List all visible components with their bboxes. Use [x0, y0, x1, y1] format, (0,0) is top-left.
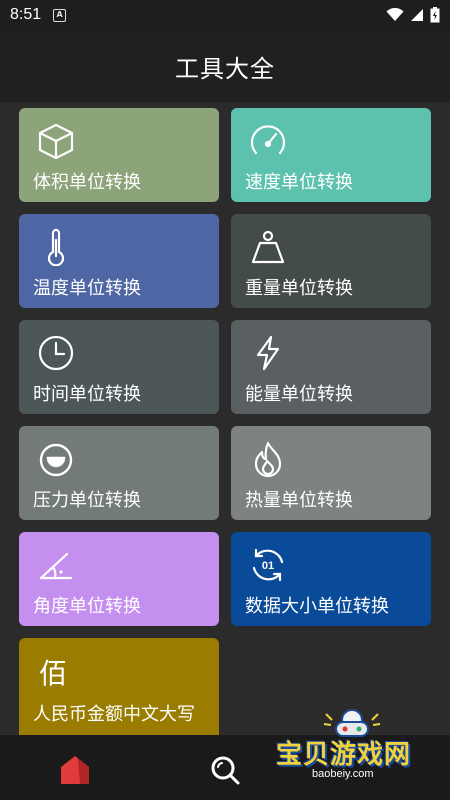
tool-grid: 体积单位转换 速度单位转换 温度单位转换 重量单位转换 时间单位转换 能量单位转… [0, 102, 450, 735]
clock-icon [38, 335, 74, 371]
tool-card-weight[interactable]: 重量单位转换 [231, 214, 431, 308]
thermometer-icon [47, 228, 65, 266]
app-bar: 工具大全 [0, 30, 450, 102]
lightning-icon [256, 335, 280, 371]
pressure-gauge-icon [39, 443, 73, 477]
data-sync-icon: 01 [252, 548, 284, 582]
tool-card-time[interactable]: 时间单位转换 [19, 320, 219, 414]
tool-label: 能量单位转换 [245, 384, 353, 405]
tool-label: 角度单位转换 [33, 596, 141, 617]
weight-icon [251, 230, 285, 264]
cube-icon [38, 123, 74, 160]
tool-card-pressure[interactable]: 压力单位转换 [19, 426, 219, 520]
tool-label: 压力单位转换 [33, 490, 141, 511]
flame-icon [254, 441, 282, 478]
angle-icon [39, 552, 73, 580]
wifi-icon [386, 8, 404, 21]
home-icon[interactable] [58, 753, 92, 787]
tool-label: 人民币金额中文大写 [33, 704, 195, 725]
tool-card-energy[interactable]: 能量单位转换 [231, 320, 431, 414]
bai-char-icon: 佰 [39, 657, 68, 690]
page-title: 工具大全 [175, 54, 275, 83]
tool-label: 时间单位转换 [33, 384, 141, 405]
notification-icon: A [53, 8, 67, 22]
battery-icon [430, 7, 440, 23]
status-icons [386, 7, 440, 23]
tool-label: 热量单位转换 [245, 490, 353, 511]
tool-card-speed[interactable]: 速度单位转换 [231, 108, 431, 202]
signal-icon [411, 9, 423, 21]
tool-label: 数据大小单位转换 [245, 596, 389, 617]
status-time: 8:51 [10, 6, 42, 23]
tool-label: 体积单位转换 [33, 172, 141, 193]
tool-label: 温度单位转换 [33, 278, 141, 299]
tool-card-temperature[interactable]: 温度单位转换 [19, 214, 219, 308]
tool-label: 速度单位转换 [245, 172, 353, 193]
tool-card-data-size[interactable]: 01 数据大小单位转换 [231, 532, 431, 626]
tool-card-angle[interactable]: 角度单位转换 [19, 532, 219, 626]
search-icon[interactable] [208, 753, 242, 787]
watermark-url: baobeiy.com [312, 768, 374, 780]
svg-text:01: 01 [262, 560, 274, 572]
tool-card-volume[interactable]: 体积单位转换 [19, 108, 219, 202]
speedometer-icon [250, 125, 286, 155]
watermark-text: 宝贝游戏网 [276, 740, 412, 770]
tool-card-rmb-uppercase[interactable]: 佰 人民币金额中文大写 [19, 638, 219, 735]
tool-card-heat[interactable]: 热量单位转换 [231, 426, 431, 520]
tool-label: 重量单位转换 [245, 278, 353, 299]
status-bar: 8:51 A [0, 0, 450, 30]
watermark: 宝贝游戏网 baobeiy.com [270, 708, 445, 780]
